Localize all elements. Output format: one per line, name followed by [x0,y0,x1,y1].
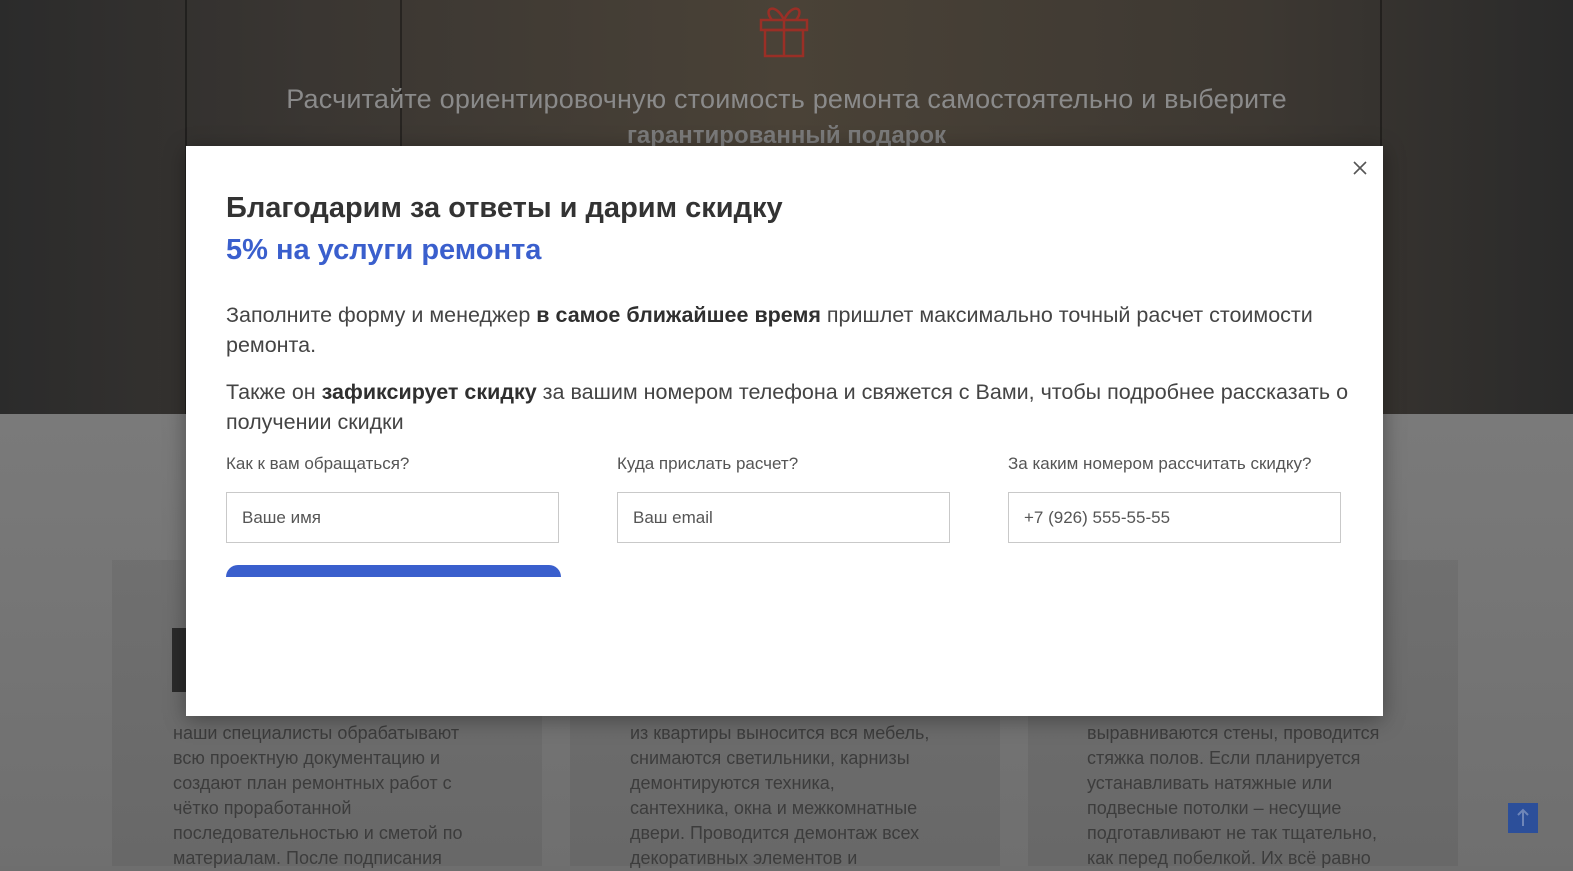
email-input[interactable] [617,492,950,543]
step-number [172,628,186,692]
email-label: Куда прислать расчет? [617,454,799,473]
hero-heading: Расчитайте ориентировочную стоимость рем… [286,84,1287,114]
modal-description: Также он зафиксирует скидку за вашим ном… [226,377,1356,437]
step-description: выравниваются стены, проводится стяжка п… [1087,723,1380,868]
phone-label: За каким номером рассчитать скидку? [1008,454,1312,473]
gift-icon [759,7,809,58]
modal-title: Благодарим за ответы и дарим скидку [226,192,783,224]
description-emphasis: в самое ближайшее время [536,303,821,327]
modal-subtitle: 5% на услуги ремонта [226,234,542,266]
name-input[interactable] [226,492,559,543]
description-emphasis: зафиксирует скидку [321,380,537,404]
scroll-to-top-button[interactable] [1508,803,1538,833]
submit-button[interactable] [226,565,561,577]
close-icon [1353,161,1367,175]
description-text: Также он [226,380,322,404]
phone-input[interactable] [1008,492,1341,543]
step-description: наши специалисты обрабатывают всю проект… [173,723,463,868]
discount-modal: Благодарим за ответы и дарим скидку 5% н… [186,146,1383,716]
close-button[interactable] [1350,158,1370,178]
arrow-up-icon [1517,808,1529,826]
modal-description: Заполните форму и менеджер в самое ближа… [226,300,1356,360]
name-label: Как к вам обращаться? [226,454,410,473]
description-text: Заполните форму и менеджер [226,303,537,327]
step-description: из квартиры выносится вся мебель, снимаю… [630,723,930,868]
